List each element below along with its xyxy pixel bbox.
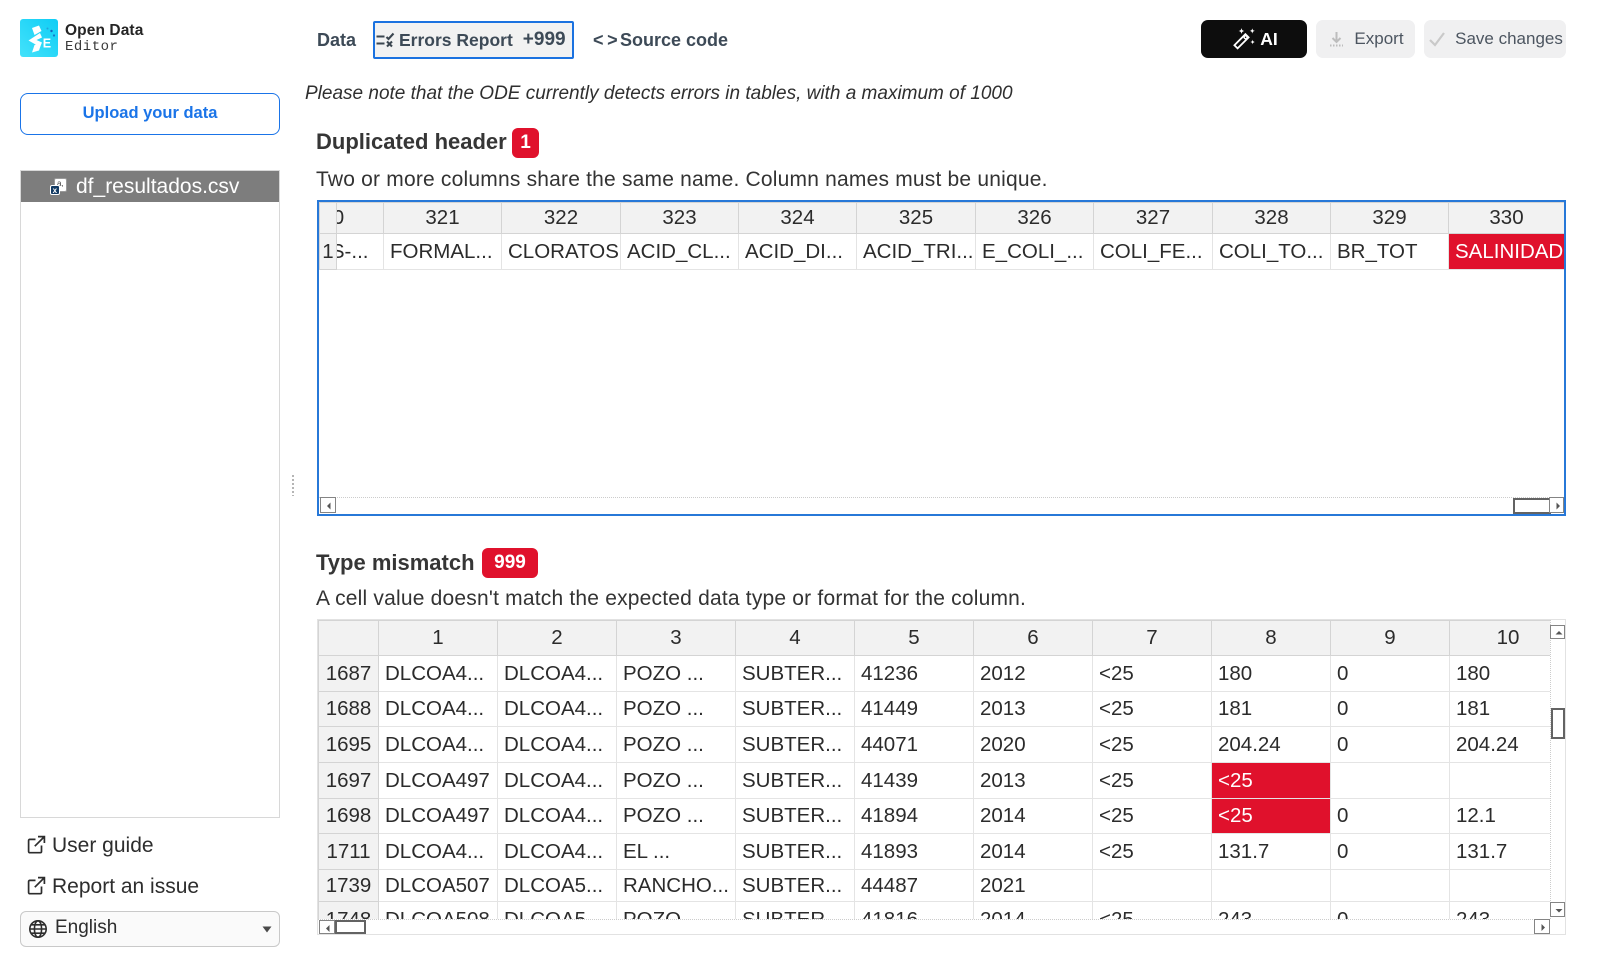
svg-text:E: E: [43, 37, 51, 51]
svg-text:x: x: [53, 186, 58, 195]
